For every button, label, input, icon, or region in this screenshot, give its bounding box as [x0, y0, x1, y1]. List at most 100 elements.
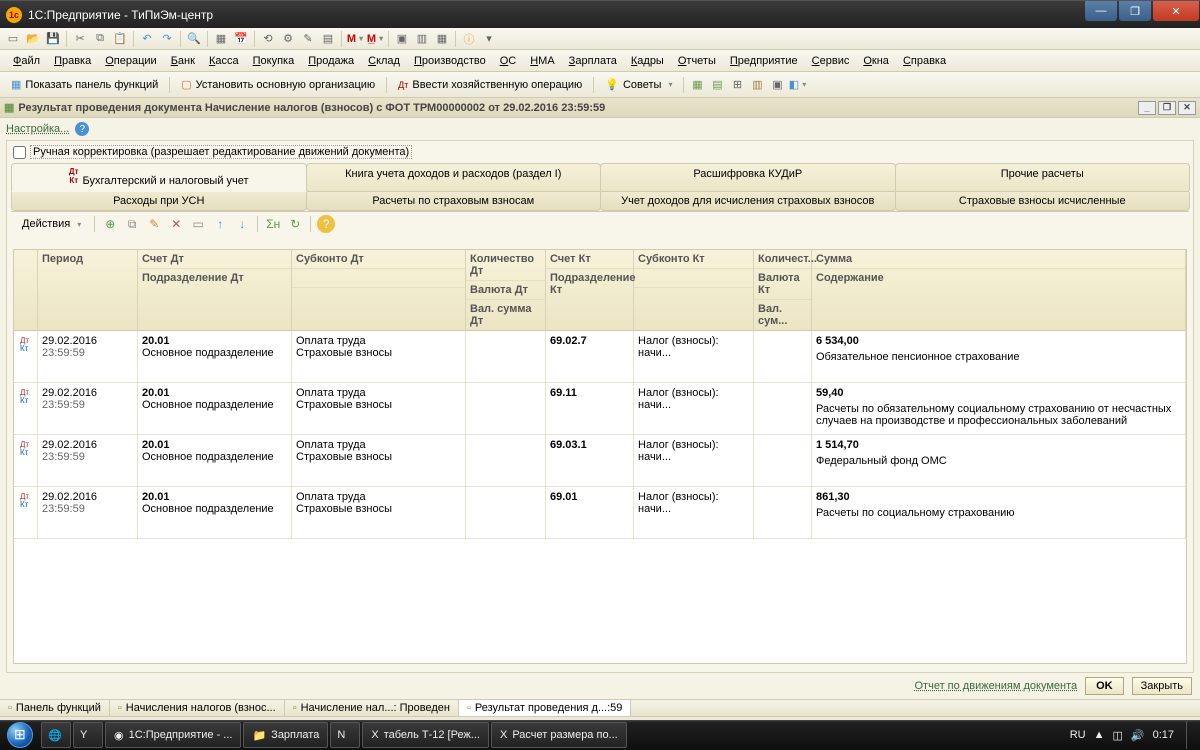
tool-icon[interactable]: ⚙	[279, 30, 297, 48]
window-minimize-button[interactable]: —	[1085, 1, 1117, 21]
menu-Предприятие[interactable]: Предприятие	[723, 53, 805, 69]
actions-button[interactable]: Действия	[15, 214, 88, 234]
upper-tab-3[interactable]: Прочие расчеты	[895, 163, 1191, 191]
paste-icon[interactable]: 📋	[111, 30, 129, 48]
cut-icon[interactable]: ✂	[71, 30, 89, 48]
menu-Продажа[interactable]: Продажа	[301, 53, 361, 69]
close-button[interactable]: Закрыть	[1132, 677, 1192, 695]
taskbar-item-0[interactable]: 🌐	[41, 722, 71, 748]
delete-row-icon[interactable]: ✕	[167, 215, 185, 233]
undo-icon[interactable]: ↶	[138, 30, 156, 48]
table-row[interactable]: ДтКт29.02.201623:59:5920.01Основное подр…	[14, 487, 1186, 539]
t2-icon4[interactable]: ▥	[748, 76, 766, 94]
copy-icon[interactable]: ⧉	[91, 30, 109, 48]
menu-Окна[interactable]: Окна	[856, 53, 896, 69]
settings-link[interactable]: Настройка...	[6, 123, 69, 135]
dropdown-icon[interactable]: ▾	[480, 30, 498, 48]
window-maximize-button[interactable]: ❐	[1119, 1, 1151, 21]
menu-Справка[interactable]: Справка	[896, 53, 953, 69]
t2-icon1[interactable]: ▦	[688, 76, 706, 94]
table-row[interactable]: ДтКт29.02.201623:59:5920.01Основное подр…	[14, 435, 1186, 487]
find-icon[interactable]: 🔍	[185, 30, 203, 48]
menu-НМА[interactable]: НМА	[523, 53, 561, 69]
add-row-icon[interactable]: ⊕	[101, 215, 119, 233]
window-tab-0[interactable]: ▫Панель функций	[0, 700, 110, 716]
show-desktop-button[interactable]	[1186, 721, 1194, 749]
open-icon[interactable]: 📂	[24, 30, 42, 48]
manual-edit-checkbox[interactable]	[13, 146, 26, 159]
tray-clock[interactable]: 0:17	[1153, 729, 1174, 741]
menu-Файл[interactable]: Файл	[6, 53, 47, 69]
up-icon[interactable]: ↑	[211, 215, 229, 233]
tray-network-icon[interactable]: ◫	[1112, 729, 1122, 742]
lower-tab-1[interactable]: Расчеты по страховым взносам	[306, 192, 602, 211]
ok-button[interactable]: OK	[1085, 677, 1124, 695]
lower-tab-0[interactable]: Расходы при УСН	[11, 192, 307, 211]
move-icon[interactable]: ▭	[189, 215, 207, 233]
set-org-button[interactable]: ▢ Установить основную организацию	[174, 75, 382, 95]
mode-icon[interactable]: ⟲	[259, 30, 277, 48]
c-icon[interactable]: ▦	[433, 30, 451, 48]
t2-icon5[interactable]: ▣	[768, 76, 786, 94]
menu-Банк[interactable]: Банк	[164, 53, 202, 69]
menu-Зарплата[interactable]: Зарплата	[562, 53, 624, 69]
upper-tab-0[interactable]: ДтКтБухгалтерский и налоговый учет	[11, 163, 307, 192]
window-tab-3[interactable]: ▫Результат проведения д...:59	[459, 700, 631, 716]
lower-tab-2[interactable]: Учет доходов для исчисления страховых вз…	[600, 192, 896, 211]
doc-close-button[interactable]: ✕	[1178, 101, 1196, 115]
tips-button[interactable]: 💡 Советы	[598, 75, 679, 95]
window-tab-2[interactable]: ▫Начисление нал...: Проведен	[285, 700, 459, 716]
redo-icon[interactable]: ↷	[158, 30, 176, 48]
a-icon[interactable]: ▣	[393, 30, 411, 48]
menu-Отчеты[interactable]: Отчеты	[671, 53, 723, 69]
help-icon[interactable]: ⓘ	[460, 30, 478, 48]
upper-tab-1[interactable]: Книга учета доходов и расходов (раздел I…	[306, 163, 602, 191]
taskbar-item-4[interactable]: N	[330, 722, 360, 748]
refresh-icon[interactable]: ↻	[286, 215, 304, 233]
down-icon[interactable]: ↓	[233, 215, 251, 233]
table-row[interactable]: ДтКт29.02.201623:59:5920.01Основное подр…	[14, 331, 1186, 383]
t2-icon6[interactable]: ◧	[788, 76, 806, 94]
window-close-button[interactable]: ✕	[1153, 1, 1199, 21]
window-tab-1[interactable]: ▫Начисления налогов (взнос...	[110, 700, 285, 716]
t2-icon3[interactable]: ⊞	[728, 76, 746, 94]
taskbar-item-6[interactable]: XРасчет размера по...	[491, 722, 627, 748]
start-button[interactable]	[0, 720, 40, 750]
menu-Касса[interactable]: Касса	[202, 53, 246, 69]
m-icon[interactable]: M	[346, 30, 364, 48]
menu-Покупка[interactable]: Покупка	[246, 53, 302, 69]
upper-tab-2[interactable]: Расшифровка КУДиР	[600, 163, 896, 191]
show-panel-button[interactable]: ▦ Показать панель функций	[4, 75, 165, 95]
system-tray[interactable]: RU ▲ ◫ 🔊 0:17	[1064, 720, 1200, 750]
calc-icon[interactable]: ▦	[212, 30, 230, 48]
taskbar-item-1[interactable]: Y	[73, 722, 103, 748]
menu-ОС[interactable]: ОС	[493, 53, 524, 69]
calendar-icon[interactable]: 📅	[232, 30, 250, 48]
copy-row-icon[interactable]: ⧉	[123, 215, 141, 233]
tray-flag-icon[interactable]: ▲	[1094, 729, 1105, 741]
save-icon[interactable]: 💾	[44, 30, 62, 48]
menu-Склад[interactable]: Склад	[361, 53, 407, 69]
help-icon[interactable]: ?	[75, 122, 89, 136]
new-icon[interactable]: ▭	[4, 30, 22, 48]
lang-indicator[interactable]: RU	[1070, 729, 1086, 741]
taskbar-item-5[interactable]: Xтабель Т-12 [Реж...	[362, 722, 489, 748]
tool3-icon[interactable]: ▤	[319, 30, 337, 48]
doc-restore-button[interactable]: ❐	[1158, 101, 1176, 115]
taskbar-item-2[interactable]: ◉1С:Предприятие - ...	[105, 722, 241, 748]
m2-icon[interactable]: M̲	[366, 30, 384, 48]
b-icon[interactable]: ▥	[413, 30, 431, 48]
taskbar-item-3[interactable]: 📁Зарплата	[243, 722, 328, 748]
menu-Правка[interactable]: Правка	[47, 53, 98, 69]
doc-minimize-button[interactable]: _	[1138, 101, 1156, 115]
grid-help-icon[interactable]: ?	[317, 215, 335, 233]
enter-op-button[interactable]: Дт Ввести хозяйственную операцию	[391, 75, 589, 95]
sum-icon[interactable]: Σн	[264, 215, 282, 233]
table-row[interactable]: ДтКт29.02.201623:59:5920.01Основное подр…	[14, 383, 1186, 435]
tool2-icon[interactable]: ✎	[299, 30, 317, 48]
menu-Операции[interactable]: Операции	[98, 53, 163, 69]
movements-report-link[interactable]: Отчет по движениям документа	[915, 680, 1078, 692]
lower-tab-3[interactable]: Страховые взносы исчисленные	[895, 192, 1191, 211]
menu-Производство[interactable]: Производство	[407, 53, 493, 69]
edit-row-icon[interactable]: ✎	[145, 215, 163, 233]
